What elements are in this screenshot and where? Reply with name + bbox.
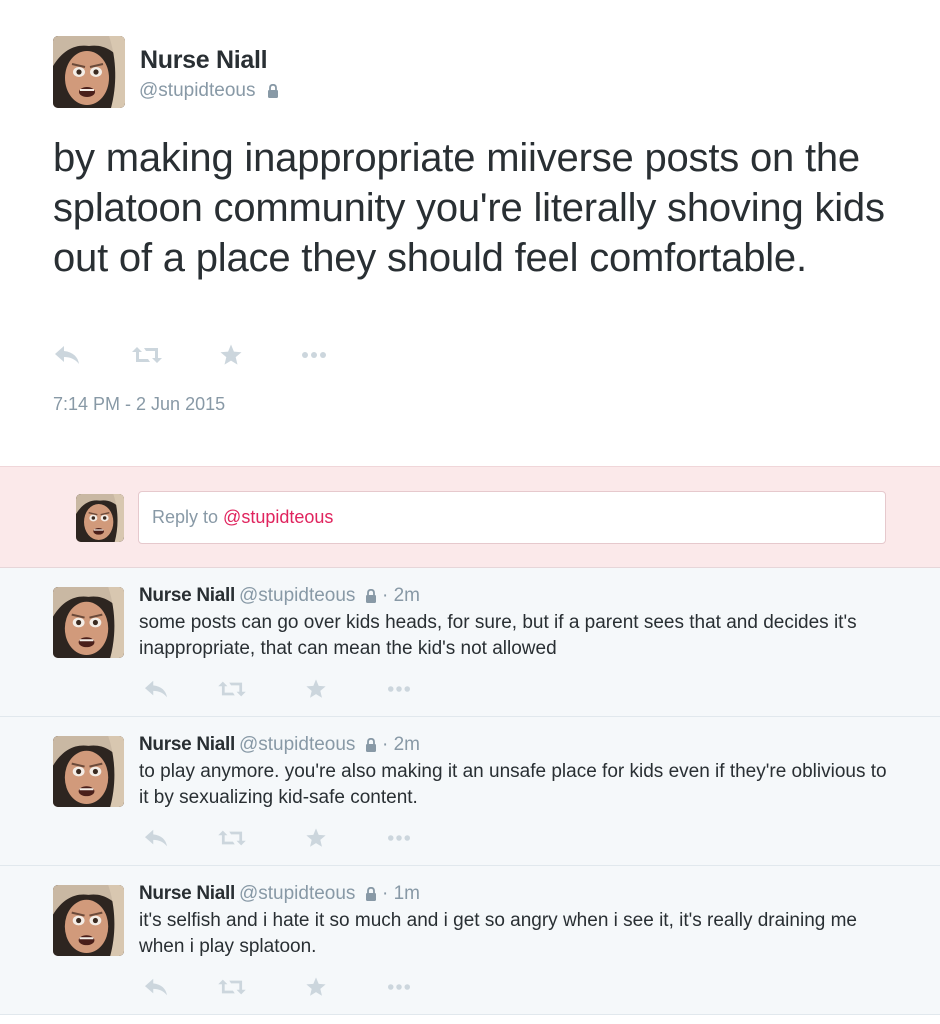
- favorite-icon[interactable]: [305, 678, 327, 700]
- tweet-time[interactable]: 2m: [394, 734, 420, 755]
- reply-tweet[interactable]: Nurse Niall @stupidteous · 2m some posts …: [0, 568, 940, 717]
- reply-header: Nurse Niall @stupidteous · 2m: [139, 734, 420, 756]
- tweet-time[interactable]: 1m: [394, 883, 420, 904]
- avatar-image: [76, 494, 124, 542]
- avatar-image: [53, 885, 124, 956]
- username[interactable]: @stupidteous: [139, 80, 255, 101]
- tweet-actions: [143, 678, 423, 700]
- reply-icon[interactable]: [53, 343, 81, 367]
- display-name[interactable]: Nurse Niall: [140, 46, 268, 75]
- lock-icon: [365, 738, 377, 752]
- more-icon[interactable]: [385, 976, 413, 998]
- tweet-actions: [143, 976, 423, 998]
- reply-header: Nurse Niall @stupidteous · 1m: [139, 883, 420, 905]
- main-tweet: Nurse Niall @stupidteous by making inapp…: [0, 0, 940, 466]
- tweet-actions: [53, 343, 353, 369]
- retweet-icon[interactable]: [217, 678, 247, 700]
- tweet-timestamp[interactable]: 7:14 PM - 2 Jun 2015: [53, 394, 225, 415]
- avatar: [76, 494, 124, 542]
- reply-icon[interactable]: [143, 678, 169, 700]
- reply-icon[interactable]: [143, 827, 169, 849]
- reply-header: Nurse Niall @stupidteous · 2m: [139, 585, 420, 607]
- avatar[interactable]: [53, 885, 124, 956]
- reply-icon[interactable]: [143, 976, 169, 998]
- reply-input[interactable]: Reply to @stupidteous: [138, 491, 886, 544]
- reply-mention: @stupidteous: [223, 507, 334, 527]
- reply-tweet[interactable]: Nurse Niall @stupidteous · 1m it's selfis…: [0, 866, 940, 1015]
- avatar[interactable]: [53, 736, 124, 807]
- reply-tweet[interactable]: Nurse Niall @stupidteous · 2m to play any…: [0, 717, 940, 866]
- avatar[interactable]: [53, 36, 125, 108]
- tweet-actions: [143, 827, 423, 849]
- favorite-icon[interactable]: [219, 343, 243, 367]
- separator: ·: [376, 734, 394, 755]
- avatar[interactable]: [53, 587, 124, 658]
- retweet-icon[interactable]: [131, 343, 163, 367]
- more-icon[interactable]: [385, 678, 413, 700]
- reply-placeholder: Reply to: [152, 507, 224, 527]
- tweet-time[interactable]: 2m: [394, 585, 420, 606]
- avatar-image: [53, 36, 125, 108]
- avatar-image: [53, 587, 124, 658]
- favorite-icon[interactable]: [305, 827, 327, 849]
- more-icon[interactable]: [300, 343, 328, 367]
- display-name[interactable]: Nurse Niall: [139, 585, 235, 606]
- lock-icon: [267, 84, 279, 98]
- reply-composer: Reply to @stupidteous: [0, 466, 940, 568]
- tweet-text: it's selfish and i hate it so much and i…: [139, 910, 858, 957]
- favorite-icon[interactable]: [305, 976, 327, 998]
- tweet-text: some posts can go over kids heads, for s…: [139, 612, 857, 659]
- display-name[interactable]: Nurse Niall: [139, 734, 235, 755]
- handle-line: @stupidteous: [139, 80, 279, 102]
- retweet-icon[interactable]: [217, 827, 247, 849]
- avatar-image: [53, 736, 124, 807]
- username[interactable]: @stupidteous: [239, 585, 355, 606]
- lock-icon: [365, 887, 377, 901]
- display-name[interactable]: Nurse Niall: [139, 883, 235, 904]
- lock-icon: [365, 589, 377, 603]
- separator: ·: [376, 585, 394, 606]
- username[interactable]: @stupidteous: [239, 734, 355, 755]
- username[interactable]: @stupidteous: [239, 883, 355, 904]
- more-icon[interactable]: [385, 827, 413, 849]
- retweet-icon[interactable]: [217, 976, 247, 998]
- tweet-text: to play anymore. you're also making it a…: [139, 761, 887, 808]
- separator: ·: [376, 883, 394, 904]
- tweet-text: by making inappropriate miiverse posts o…: [53, 136, 885, 280]
